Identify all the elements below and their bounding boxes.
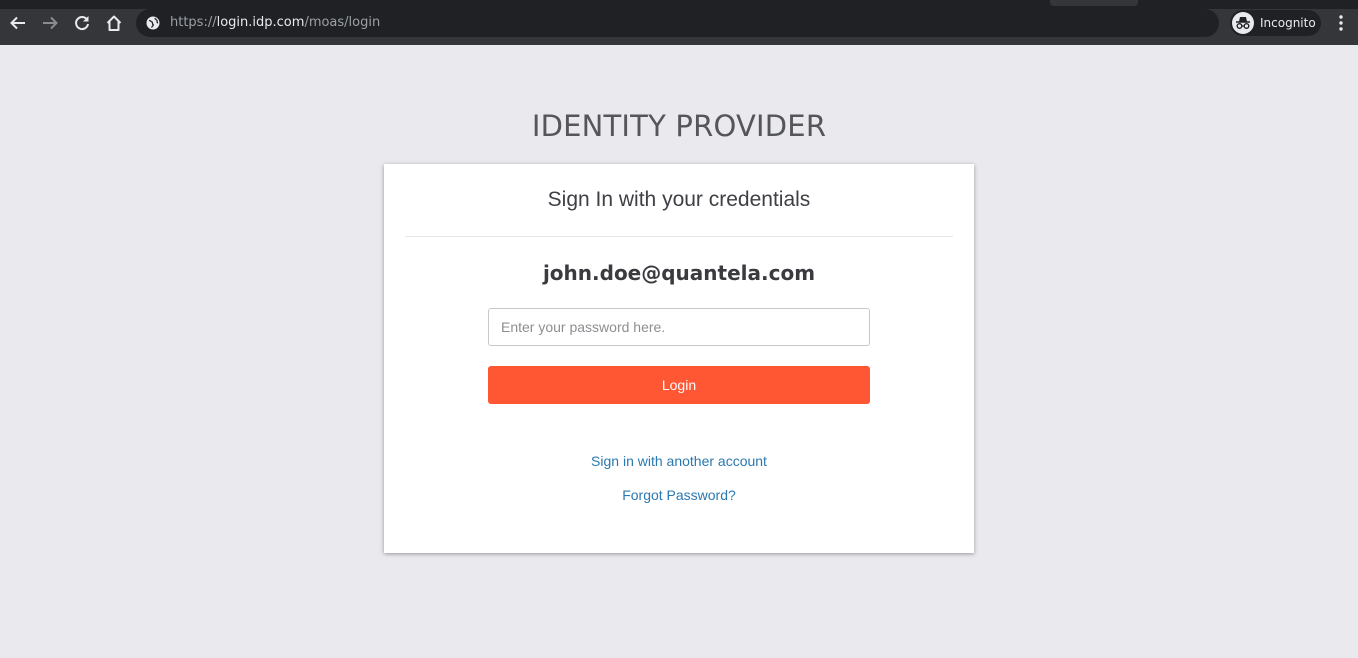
browser-toolbar: https://login.idp.com/moas/login Incogni… (0, 0, 1358, 45)
kebab-menu-icon (1339, 15, 1343, 31)
user-email: john.doe@quantela.com (542, 261, 816, 285)
login-card: Sign In with your credentials john.doe@q… (384, 164, 974, 553)
home-button[interactable] (100, 9, 128, 37)
address-bar[interactable]: https://login.idp.com/moas/login (136, 9, 1219, 37)
reload-button[interactable] (68, 9, 96, 37)
url-path: /moas/login (304, 15, 381, 30)
url-host: login.idp.com (216, 15, 305, 30)
incognito-label: Incognito (1260, 16, 1316, 30)
sign-in-another-account-link[interactable]: Sign in with another account (384, 452, 974, 470)
back-icon (10, 16, 25, 30)
login-button[interactable]: Login (488, 366, 870, 404)
reload-icon (75, 16, 89, 31)
brand-title: IDENTITY PROVIDER (531, 109, 827, 143)
card-divider (405, 236, 953, 237)
incognito-badge[interactable]: Incognito (1230, 10, 1321, 36)
forgot-password-link[interactable]: Forgot Password? (384, 486, 974, 504)
forward-icon (43, 16, 58, 30)
tab-strip (0, 0, 1358, 9)
back-button[interactable] (4, 9, 32, 37)
password-input[interactable] (488, 308, 870, 346)
card-title: Sign In with your credentials (547, 188, 811, 211)
home-icon (106, 15, 122, 31)
forward-button[interactable] (36, 9, 64, 37)
globe-icon (146, 16, 160, 30)
browser-menu-button[interactable] (1330, 11, 1352, 35)
tab-edge (1050, 0, 1138, 6)
incognito-icon (1232, 12, 1254, 34)
url-scheme: https:// (170, 15, 217, 30)
url-text: https://login.idp.com/moas/login (170, 15, 380, 31)
